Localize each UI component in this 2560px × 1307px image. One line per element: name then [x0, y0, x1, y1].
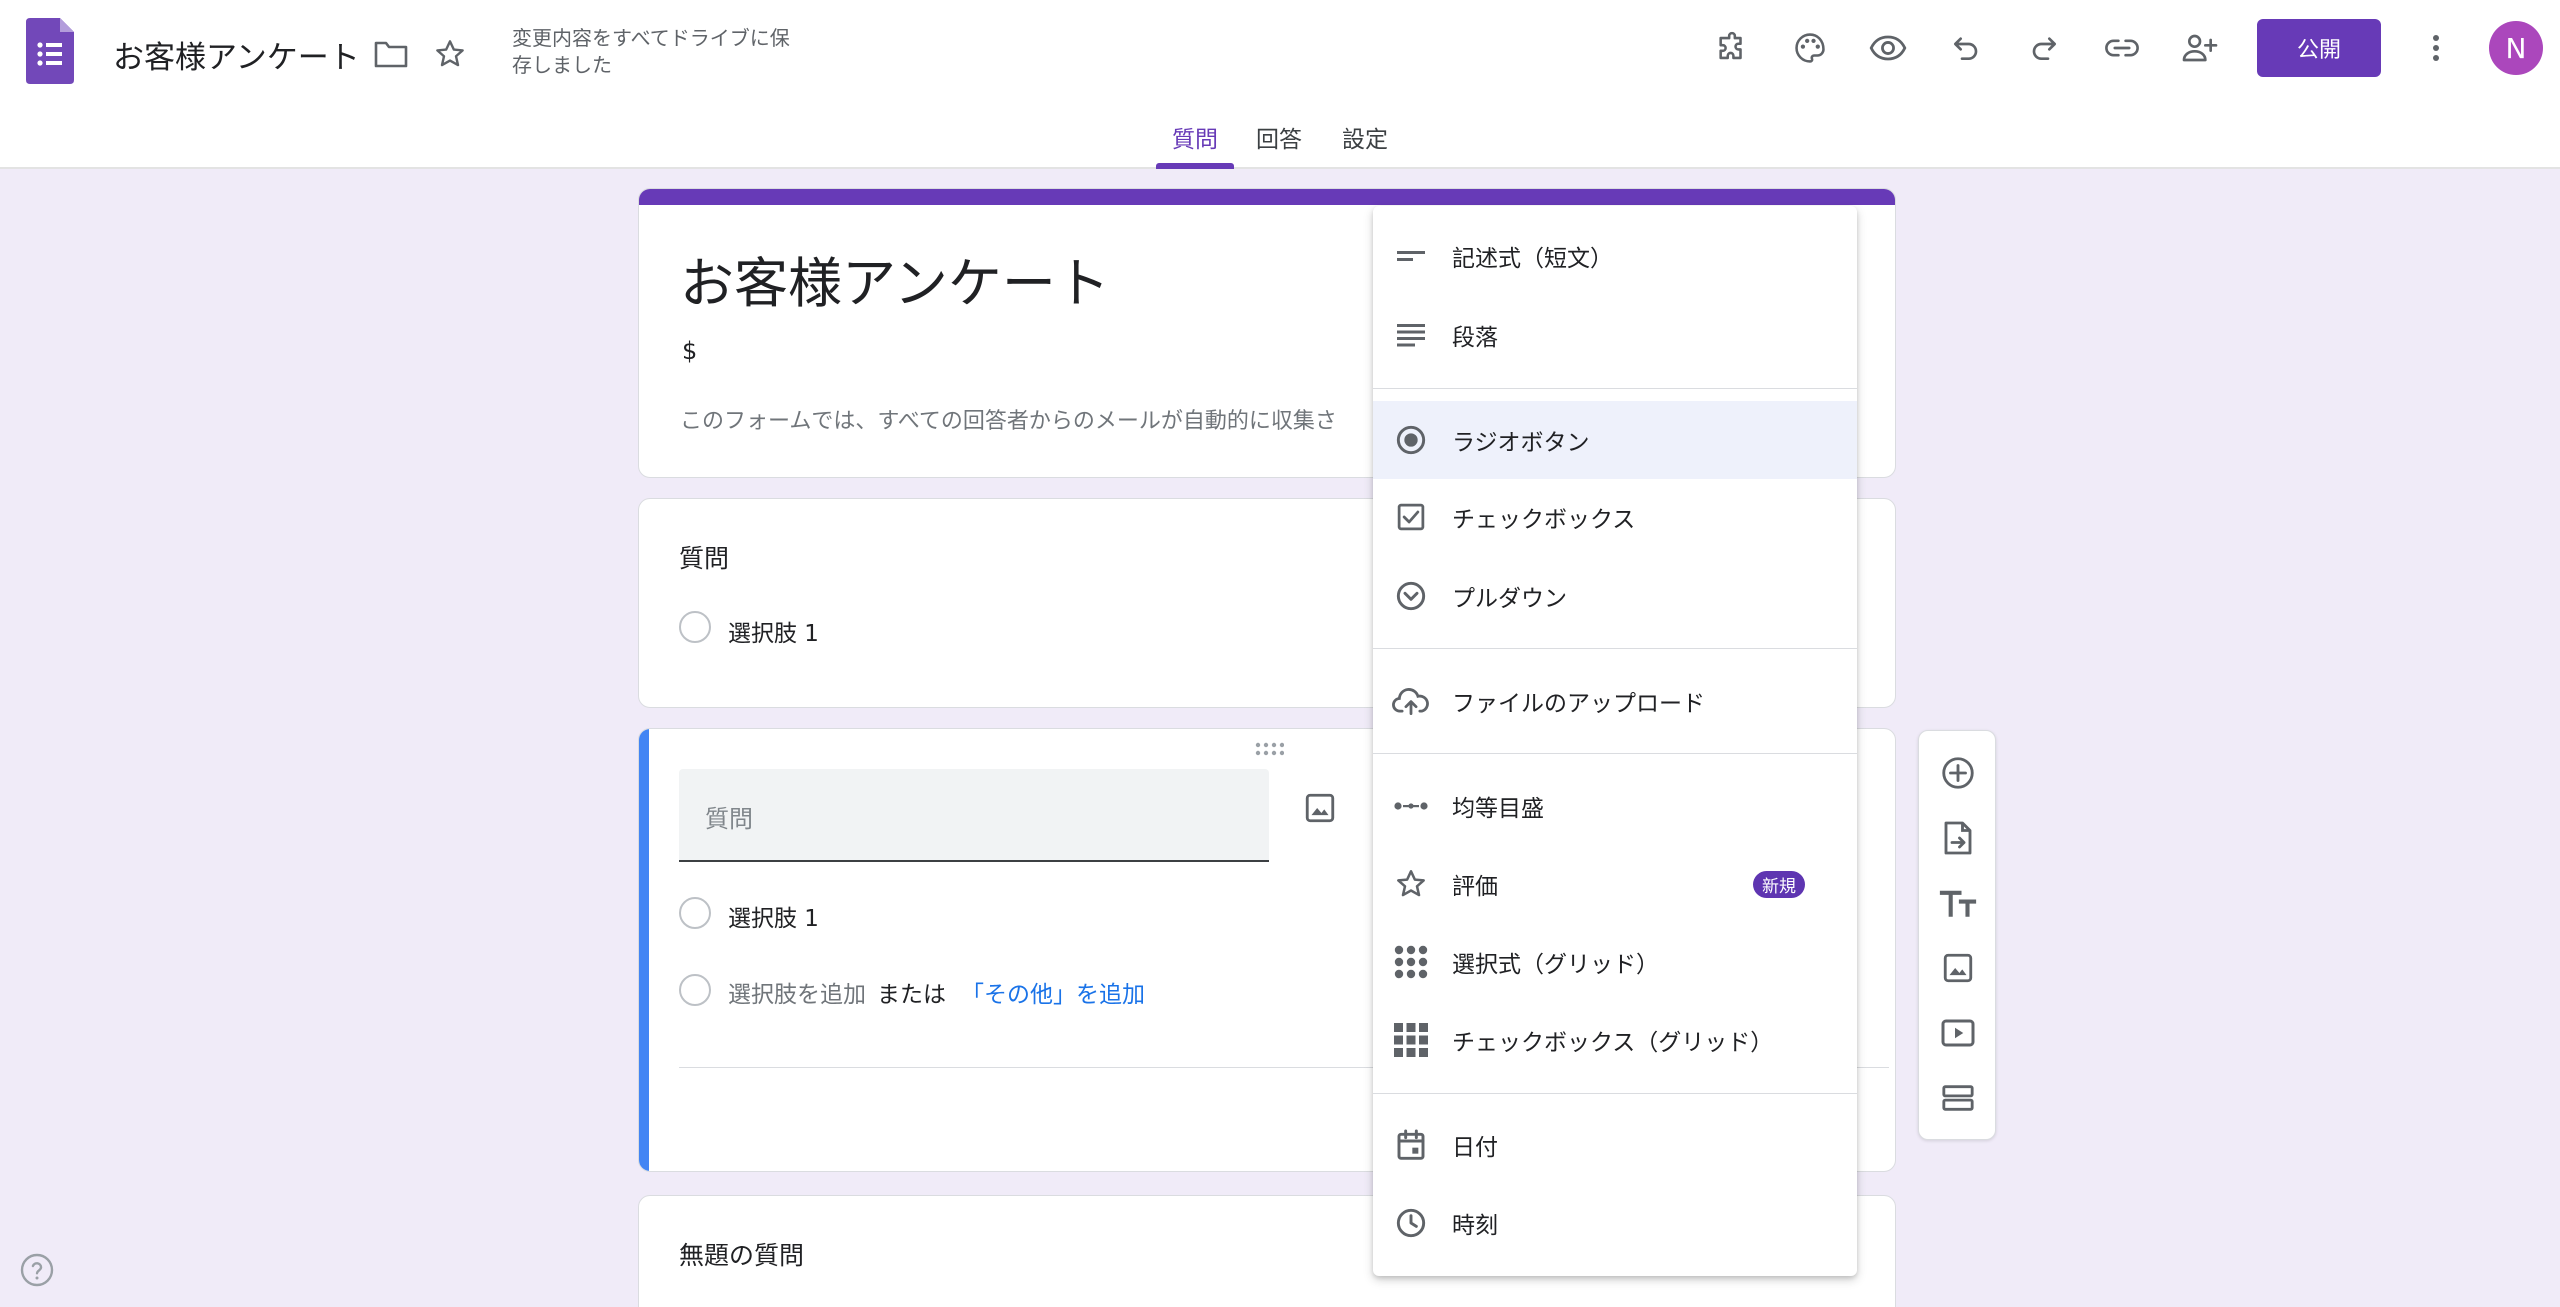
add-question-icon[interactable]: [1930, 745, 1986, 801]
question-title-placeholder: 質問: [705, 805, 753, 833]
menu-separator: [1373, 753, 1857, 754]
forms-logo-icon[interactable]: [26, 18, 74, 84]
menu-item-label: チェックボックス: [1452, 507, 1636, 533]
radio-option-icon: [679, 974, 711, 1006]
redo-icon[interactable]: [2016, 20, 2072, 76]
question-type-menu: 記述式（短文） 段落 ラジオボタン チェックボックス プルダウン ファイルのアッ…: [1373, 206, 1857, 1276]
question-title: 無題の質問: [679, 1241, 805, 1270]
add-section-icon[interactable]: [1930, 1070, 1986, 1126]
menu-item-label: プルダウン: [1452, 586, 1567, 612]
menu-item-rating[interactable]: 評価 新規: [1373, 845, 1857, 923]
save-status: 変更内容をすべてドライブに保存しました: [512, 26, 790, 77]
app-header: お客様アンケート 変更内容をすべてドライブに保存しました 公開 N 質問 回答 …: [0, 0, 2560, 169]
cloud-upload-icon: [1391, 681, 1431, 721]
tab-settings[interactable]: 設定: [1342, 120, 1388, 154]
or-text: または: [877, 982, 946, 1008]
menu-item-label: 段落: [1452, 325, 1498, 351]
menu-item-paragraph[interactable]: 段落: [1373, 296, 1857, 374]
menu-item-label: チェックボックス（グリッド）: [1452, 1030, 1774, 1056]
more-vert-icon[interactable]: [2408, 20, 2464, 76]
radio-button-icon: [1391, 420, 1431, 460]
question-title-input[interactable]: 質問: [679, 769, 1269, 862]
add-collaborator-icon[interactable]: [2172, 20, 2228, 76]
menu-item-dropdown[interactable]: プルダウン: [1373, 557, 1857, 635]
menu-item-checkbox[interactable]: チェックボックス: [1373, 478, 1857, 556]
option-label: 選択肢 1: [728, 621, 819, 647]
star-icon: [1391, 864, 1431, 904]
short-answer-icon: [1391, 236, 1431, 276]
menu-item-file-upload[interactable]: ファイルのアップロード: [1373, 662, 1857, 740]
radio-option-icon: [679, 897, 711, 929]
document-title[interactable]: お客様アンケート: [113, 32, 360, 77]
active-card-indicator: [639, 729, 649, 1171]
menu-item-date[interactable]: 日付: [1373, 1106, 1857, 1184]
add-title-icon[interactable]: [1930, 875, 1986, 931]
menu-separator: [1373, 388, 1857, 389]
paragraph-icon: [1391, 315, 1431, 355]
folder-icon[interactable]: [363, 26, 419, 82]
form-title[interactable]: お客様アンケート: [680, 239, 1110, 318]
active-tab-indicator: [1156, 163, 1234, 169]
floating-toolbar: [1918, 730, 1996, 1140]
preview-eye-icon[interactable]: [1860, 20, 1916, 76]
menu-item-linear-scale[interactable]: 均等目盛: [1373, 767, 1857, 845]
clock-icon: [1391, 1203, 1431, 1243]
help-icon[interactable]: [19, 1252, 55, 1288]
question-title: 質問: [679, 544, 730, 573]
menu-item-label: 時刻: [1452, 1213, 1498, 1239]
drag-handle-icon[interactable]: [1254, 741, 1284, 757]
option-label-input[interactable]: 選択肢 1: [728, 899, 819, 933]
menu-item-label: 記述式（短文）: [1452, 246, 1613, 272]
import-questions-icon[interactable]: [1930, 810, 1986, 866]
menu-item-short-answer[interactable]: 記述式（短文）: [1373, 217, 1857, 295]
menu-item-radio[interactable]: ラジオボタン: [1373, 401, 1857, 479]
menu-item-time[interactable]: 時刻: [1373, 1184, 1857, 1262]
menu-item-label: 評価: [1452, 874, 1498, 900]
new-badge: 新規: [1753, 871, 1805, 898]
form-description[interactable]: $: [682, 337, 697, 365]
dot-grid-icon: [1391, 942, 1431, 982]
menu-item-checkbox-grid[interactable]: チェックボックス（グリッド）: [1373, 1001, 1857, 1079]
menu-item-multiple-choice-grid[interactable]: 選択式（グリッド）: [1373, 923, 1857, 1001]
star-icon[interactable]: [422, 26, 478, 82]
menu-item-label: 日付: [1452, 1135, 1498, 1161]
tab-responses[interactable]: 回答: [1256, 120, 1302, 154]
add-image-icon[interactable]: [1303, 791, 1337, 825]
add-option-link[interactable]: 選択肢を追加: [728, 975, 866, 1009]
add-image-icon[interactable]: [1930, 940, 1986, 996]
menu-item-label: ファイルのアップロード: [1452, 691, 1705, 717]
add-other-link[interactable]: 「その他」を追加: [961, 975, 1145, 1009]
radio-option-icon: [679, 611, 711, 643]
email-collection-notice: このフォームでは、すべての回答者からのメールが自動的に収集さ: [680, 409, 1337, 434]
tab-questions[interactable]: 質問: [1172, 120, 1218, 154]
dropdown-icon: [1391, 576, 1431, 616]
link-icon[interactable]: [2094, 20, 2150, 76]
linear-scale-icon: [1391, 786, 1431, 826]
undo-icon[interactable]: [1938, 20, 1994, 76]
addon-icon[interactable]: [1704, 20, 1760, 76]
add-video-icon[interactable]: [1930, 1005, 1986, 1061]
checkbox-icon: [1391, 497, 1431, 537]
menu-separator: [1373, 648, 1857, 649]
menu-separator: [1373, 1093, 1857, 1094]
publish-button[interactable]: 公開: [2257, 19, 2381, 77]
palette-icon[interactable]: [1782, 20, 1838, 76]
menu-item-label: ラジオボタン: [1452, 430, 1590, 456]
account-avatar[interactable]: N: [2489, 21, 2543, 75]
menu-item-label: 選択式（グリッド）: [1452, 952, 1659, 978]
menu-item-label: 均等目盛: [1452, 796, 1544, 822]
checkbox-grid-icon: [1391, 1020, 1431, 1060]
calendar-icon: [1391, 1125, 1431, 1165]
card-accent-bar: [639, 189, 1895, 205]
